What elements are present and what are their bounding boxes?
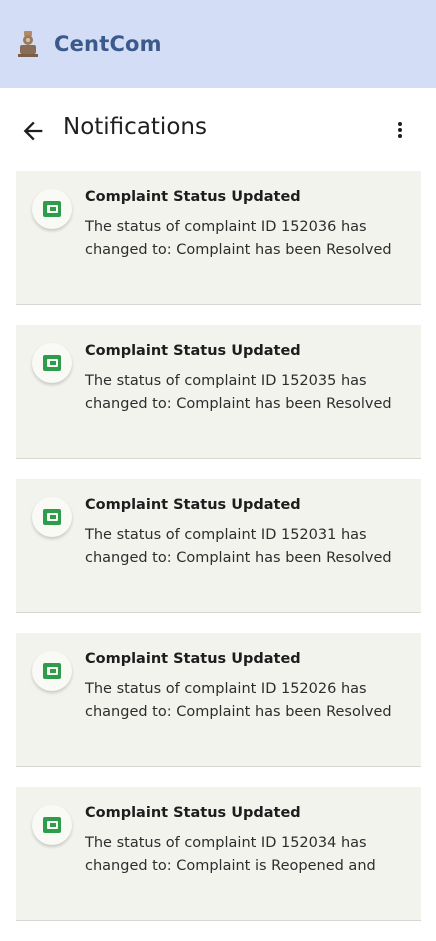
more-options-button[interactable]	[386, 116, 414, 144]
notification-list: Complaint Status Updated The status of c…	[16, 171, 421, 941]
notification-body: The status of complaint ID 152031 has ch…	[85, 527, 392, 566]
notification-body: The status of complaint ID 152034 has ch…	[85, 835, 376, 874]
notification-card[interactable]: Complaint Status Updated The status of c…	[16, 479, 421, 613]
back-button[interactable]	[16, 114, 50, 148]
app-bar: CentCom	[0, 0, 436, 88]
notification-body: The status of complaint ID 152026 has ch…	[85, 681, 392, 720]
app-name: CentCom	[54, 32, 162, 56]
arrow-left-icon	[23, 121, 43, 141]
notification-card[interactable]: Complaint Status Updated The status of c…	[16, 633, 421, 767]
wallet-icon	[32, 651, 72, 691]
more-vert-icon	[398, 122, 402, 138]
notification-body: The status of complaint ID 152036 has ch…	[85, 219, 392, 258]
emblem-icon	[14, 28, 42, 60]
notification-title: Complaint Status Updated	[85, 651, 301, 667]
notification-card[interactable]: Complaint Status Updated The status of c…	[16, 325, 421, 459]
notification-title: Complaint Status Updated	[85, 189, 301, 205]
notification-card[interactable]: Complaint Status Updated The status of c…	[16, 171, 421, 305]
notification-card[interactable]: Complaint Status Updated The status of c…	[16, 787, 421, 921]
notification-title: Complaint Status Updated	[85, 343, 301, 359]
wallet-icon	[32, 805, 72, 845]
notification-title: Complaint Status Updated	[85, 805, 301, 821]
notification-title: Complaint Status Updated	[85, 497, 301, 513]
wallet-icon	[32, 497, 72, 537]
wallet-icon	[32, 343, 72, 383]
page-header: Notifications	[0, 100, 436, 160]
page-title: Notifications	[63, 114, 207, 140]
wallet-icon	[32, 189, 72, 229]
notification-body: The status of complaint ID 152035 has ch…	[85, 373, 392, 412]
